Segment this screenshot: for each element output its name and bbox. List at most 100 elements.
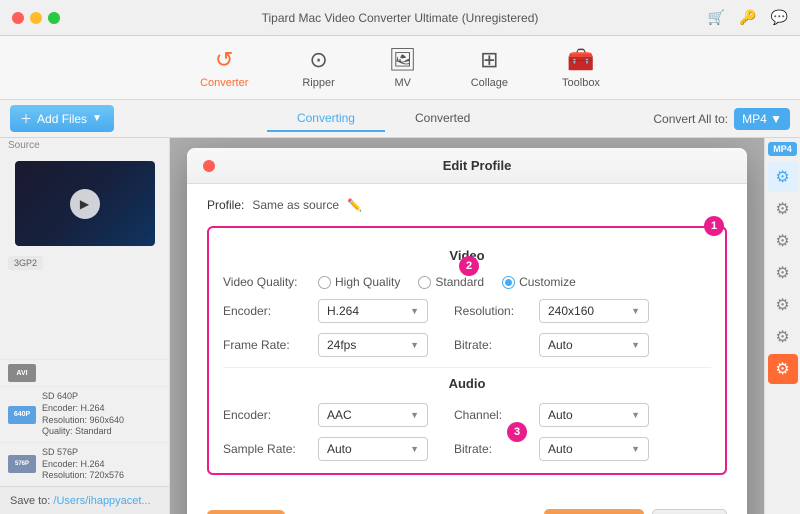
gear-button-3[interactable]: ⚙ (768, 226, 798, 256)
mv-icon: 🖼 (389, 47, 417, 73)
nav-ripper[interactable]: ⊙ Ripper (290, 41, 346, 95)
resolution-select[interactable]: 240x160 ▼ (539, 299, 649, 323)
640p-label: 640P (14, 411, 30, 418)
collage-label: Collage (471, 77, 508, 89)
audio-encoder-label: Encoder: (223, 408, 308, 422)
audio-encoder-value: AAC (327, 408, 352, 422)
sample-rate-select[interactable]: Auto ▼ (318, 437, 428, 461)
framerate-bitrate-row: Frame Rate: 24fps ▼ Bitrate: Auto ▼ (223, 333, 711, 357)
tab-converted[interactable]: Converted (385, 106, 500, 132)
radio-high-quality[interactable]: High Quality (318, 275, 400, 289)
list-576p-quality: SD 576P (42, 447, 124, 459)
gear-button-orange[interactable]: ⚙ (768, 354, 798, 384)
audio-encoder-channel-row: Encoder: AAC ▼ Channel: Auto ▼ (223, 403, 711, 427)
list-576p-resolution: Resolution: 720x576 (42, 470, 124, 482)
list-item: 576P SD 576P Encoder: H.264 Resolution: … (0, 442, 169, 486)
list-item-576p-text: SD 576P Encoder: H.264 Resolution: 720x5… (42, 447, 124, 482)
channel-dropdown-icon: ▼ (631, 410, 640, 420)
encoder-label: Encoder: (223, 304, 308, 318)
audio-bitrate-select[interactable]: Auto ▼ (539, 437, 649, 461)
audio-encoder-select[interactable]: AAC ▼ (318, 403, 428, 427)
converter-icon: ↺ (215, 47, 233, 73)
sample-rate-bitrate-row: Sample Rate: Auto ▼ Bitrate: Auto ▼ (223, 437, 711, 461)
profile-value: Same as source (252, 198, 339, 212)
sample-rate-dropdown-icon: ▼ (410, 444, 419, 454)
left-panel: Source ▶ 3GP2 AVI 640P SD 640P Encoder: … (0, 138, 170, 514)
frame-rate-select[interactable]: 24fps ▼ (318, 333, 428, 357)
titlebar-icons: 🛒 🔑 💬 (708, 9, 788, 26)
radio-standard-circle (418, 276, 431, 289)
gear-button-5[interactable]: ⚙ (768, 290, 798, 320)
list-640p-quality: SD 640P (42, 391, 124, 403)
default-button[interactable]: Default (207, 510, 285, 514)
channel-label: Channel: (454, 408, 529, 422)
nav-mv[interactable]: 🖼 MV (377, 41, 429, 95)
profile-label: Profile: (207, 198, 244, 212)
nav-converter[interactable]: ↺ Converter (188, 41, 260, 95)
convert-all-label: Convert All to: (653, 112, 728, 126)
audio-bitrate-label: Bitrate: (454, 442, 529, 456)
close-button[interactable] (12, 12, 24, 24)
modal-body: Profile: Same as source ✏️ Video Video Q… (187, 184, 747, 499)
toolbar-tabs: Converting Converted (114, 106, 653, 132)
titlebar: Tipard Mac Video Converter Ultimate (Unr… (0, 0, 800, 36)
modal-footer: Default Create New Cancel (187, 499, 747, 514)
toolbar: ＋ Add Files ▼ Converting Converted Conve… (0, 100, 800, 138)
modal-close-button[interactable] (203, 160, 215, 172)
resolution-value: 240x160 (548, 304, 594, 318)
save-path: /Users/ihappyacet... (53, 495, 150, 507)
radio-standard[interactable]: Standard (418, 275, 484, 289)
bitrate-label: Bitrate: (454, 338, 529, 352)
gear-button-1[interactable]: ⚙ (768, 162, 798, 192)
video-thumbnail: ▶ (15, 161, 155, 246)
play-button[interactable]: ▶ (70, 189, 100, 219)
tab-converting[interactable]: Converting (267, 106, 385, 132)
message-icon[interactable]: 💬 (771, 9, 788, 26)
plus-icon: ＋ (20, 110, 32, 127)
create-new-button[interactable]: Create New (544, 509, 643, 514)
save-bar: Save to: /Users/ihappyacet... (0, 486, 169, 514)
sample-rate-value: Auto (327, 442, 352, 456)
640p-icon: 640P (8, 406, 36, 424)
navbar: ↺ Converter ⊙ Ripper 🖼 MV ⊞ Collage 🧰 To… (0, 36, 800, 100)
cancel-button[interactable]: Cancel (652, 509, 727, 514)
minimize-button[interactable] (30, 12, 42, 24)
ripper-label: Ripper (302, 77, 334, 89)
step1-badge: 1 (704, 216, 724, 236)
radio-high-quality-circle (318, 276, 331, 289)
add-files-button[interactable]: ＋ Add Files ▼ (10, 105, 114, 132)
center-panel: 1 2 3 Edit Profile (170, 138, 764, 514)
gear-button-2[interactable]: ⚙ (768, 194, 798, 224)
convert-all-section: Convert All to: MP4 ▼ (653, 108, 790, 130)
radio-customize-circle (502, 276, 515, 289)
gear-button-6[interactable]: ⚙ (768, 322, 798, 352)
radio-standard-label: Standard (435, 275, 484, 289)
add-files-label: Add Files (37, 112, 87, 126)
edit-icon[interactable]: ✏️ (347, 198, 362, 212)
gear-button-4[interactable]: ⚙ (768, 258, 798, 288)
list-640p-resolution: Resolution: 960x640 (42, 415, 124, 427)
nav-toolbox[interactable]: 🧰 Toolbox (550, 41, 612, 95)
profile-row: Profile: Same as source ✏️ (207, 198, 727, 212)
format-dropdown-icon: ▼ (770, 112, 782, 126)
channel-select[interactable]: Auto ▼ (539, 403, 649, 427)
576p-label: 576P (15, 461, 29, 467)
modal-title: Edit Profile (223, 158, 731, 173)
step2-badge: 2 (459, 256, 479, 276)
key-icon[interactable]: 🔑 (739, 9, 756, 26)
traffic-lights (12, 12, 60, 24)
cart-icon[interactable]: 🛒 (708, 9, 725, 26)
encoder-select[interactable]: H.264 ▼ (318, 299, 428, 323)
list-item: 640P SD 640P Encoder: H.264 Resolution: … (0, 386, 169, 442)
gear-panel: MP4 ⚙ ⚙ ⚙ ⚙ ⚙ ⚙ ⚙ (764, 138, 800, 514)
list-640p-encoder: Encoder: H.264 (42, 403, 124, 415)
nav-collage[interactable]: ⊞ Collage (459, 41, 520, 95)
audio-section-title: Audio (223, 376, 711, 391)
audio-bitrate-dropdown-icon: ▼ (631, 444, 640, 454)
convert-format-select[interactable]: MP4 ▼ (734, 108, 790, 130)
radio-customize[interactable]: Customize (502, 275, 576, 289)
video-bitrate-select[interactable]: Auto ▼ (539, 333, 649, 357)
mp4-format-badge: MP4 (768, 142, 797, 156)
app-title: Tipard Mac Video Converter Ultimate (Unr… (262, 11, 539, 25)
maximize-button[interactable] (48, 12, 60, 24)
